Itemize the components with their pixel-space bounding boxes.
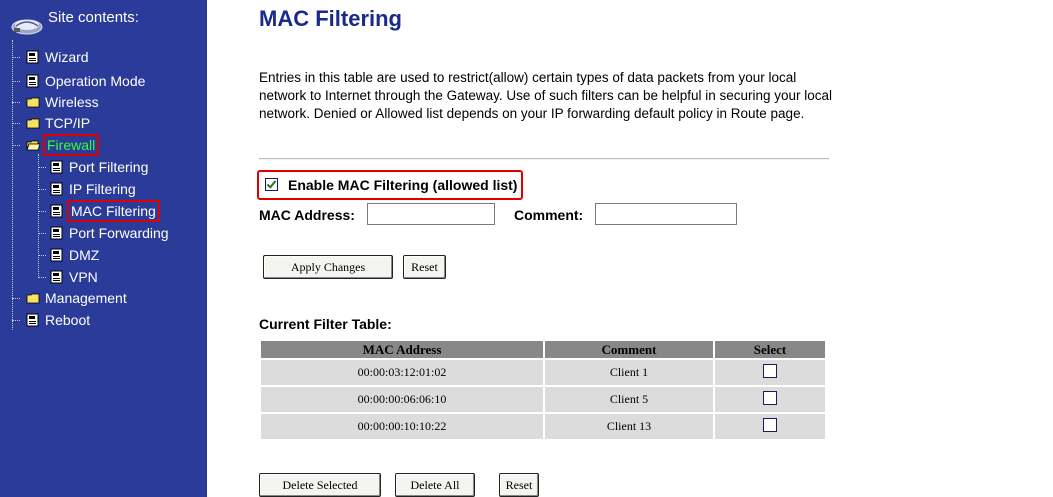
enable-mac-filtering-label: Enable MAC Filtering (allowed list): [288, 177, 518, 193]
sidebar-item-port-forwarding[interactable]: Port Forwarding: [38, 224, 169, 242]
delete-all-button[interactable]: Delete All: [395, 473, 475, 497]
sidebar-item-management[interactable]: Management: [12, 289, 127, 307]
page-icon: [26, 313, 40, 327]
open-folder-icon: [26, 138, 41, 152]
page-description: Entries in this table are used to restri…: [259, 70, 833, 121]
page-icon: [50, 204, 64, 218]
mac-address-input[interactable]: [367, 203, 495, 225]
sidebar-item-operation-mode[interactable]: Operation Mode: [12, 72, 145, 90]
table-row: 00:00:00:06:06:10 Client 5: [261, 387, 825, 412]
apply-changes-button[interactable]: Apply Changes: [263, 255, 393, 279]
enable-mac-filtering-checkbox[interactable]: [265, 178, 278, 191]
tree-connector: [12, 40, 13, 330]
folder-icon: [26, 116, 40, 130]
select-cell: [715, 414, 825, 439]
sidebar-item-wizard[interactable]: Wizard: [12, 48, 89, 66]
main-content: MAC Filtering Entries in this table are …: [207, 0, 1053, 497]
page-icon: [50, 248, 64, 262]
comment-cell: Client 5: [545, 387, 713, 412]
comment-cell: Client 13: [545, 414, 713, 439]
site-contents-header: Site contents:: [8, 6, 203, 38]
sidebar-item-wireless[interactable]: Wireless: [12, 93, 99, 111]
page-icon: [26, 50, 40, 64]
select-cell: [715, 387, 825, 412]
select-cell: [715, 360, 825, 385]
folder-icon: [26, 291, 40, 305]
site-contents-title: Site contents:: [48, 9, 139, 26]
table-row: 00:00:03:12:01:02 Client 1: [261, 360, 825, 385]
page-icon: [50, 160, 64, 174]
row-select-checkbox[interactable]: [763, 418, 777, 432]
mac-filtering-label: MAC Filtering: [67, 200, 160, 222]
reset-table-button[interactable]: Reset: [499, 473, 539, 497]
sidebar: Site contents: Wizard Operation Mode Wir…: [0, 0, 207, 497]
column-header-mac: MAC Address: [261, 341, 543, 358]
column-header-select: Select: [715, 341, 825, 358]
sidebar-item-reboot[interactable]: Reboot: [12, 311, 90, 329]
reset-form-button[interactable]: Reset: [403, 255, 446, 279]
sidebar-item-vpn[interactable]: VPN: [38, 268, 98, 286]
mac-cell: 00:00:00:06:06:10: [261, 387, 543, 412]
table-title: Current Filter Table:: [259, 316, 392, 332]
divider: [259, 158, 829, 160]
enable-mac-filtering-row: Enable MAC Filtering (allowed list): [257, 170, 524, 200]
page-icon: [50, 182, 64, 196]
comment-input[interactable]: [595, 203, 737, 225]
mac-cell: 00:00:00:10:10:22: [261, 414, 543, 439]
column-header-comment: Comment: [545, 341, 713, 358]
row-select-checkbox[interactable]: [763, 364, 777, 378]
sidebar-item-port-filtering[interactable]: Port Filtering: [38, 158, 148, 176]
comment-label: Comment:: [514, 207, 584, 223]
delete-selected-button[interactable]: Delete Selected: [259, 473, 381, 497]
sidebar-item-ip-filtering[interactable]: IP Filtering: [38, 180, 136, 198]
folder-icon: [26, 95, 40, 109]
sidebar-item-dmz[interactable]: DMZ: [38, 246, 99, 264]
page-title: MAC Filtering: [259, 6, 402, 31]
mac-address-label: MAC Address:: [259, 207, 355, 223]
page-icon: [26, 74, 40, 88]
row-select-checkbox[interactable]: [763, 391, 777, 405]
filter-table: MAC Address Comment Select 00:00:03:12:0…: [259, 339, 827, 441]
sidebar-item-tcpip[interactable]: TCP/IP: [12, 114, 90, 132]
firewall-label: Firewall: [42, 134, 100, 156]
table-row: 00:00:00:10:10:22 Client 13: [261, 414, 825, 439]
tree-connector-firewall: [38, 154, 39, 276]
mac-cell: 00:00:03:12:01:02: [261, 360, 543, 385]
sidebar-item-mac-filtering[interactable]: MAC Filtering: [38, 200, 160, 222]
page-icon: [50, 226, 64, 240]
comment-cell: Client 1: [545, 360, 713, 385]
page-icon: [50, 270, 64, 284]
network-globe-icon: [10, 14, 44, 41]
sidebar-item-firewall[interactable]: Firewall: [12, 134, 100, 156]
